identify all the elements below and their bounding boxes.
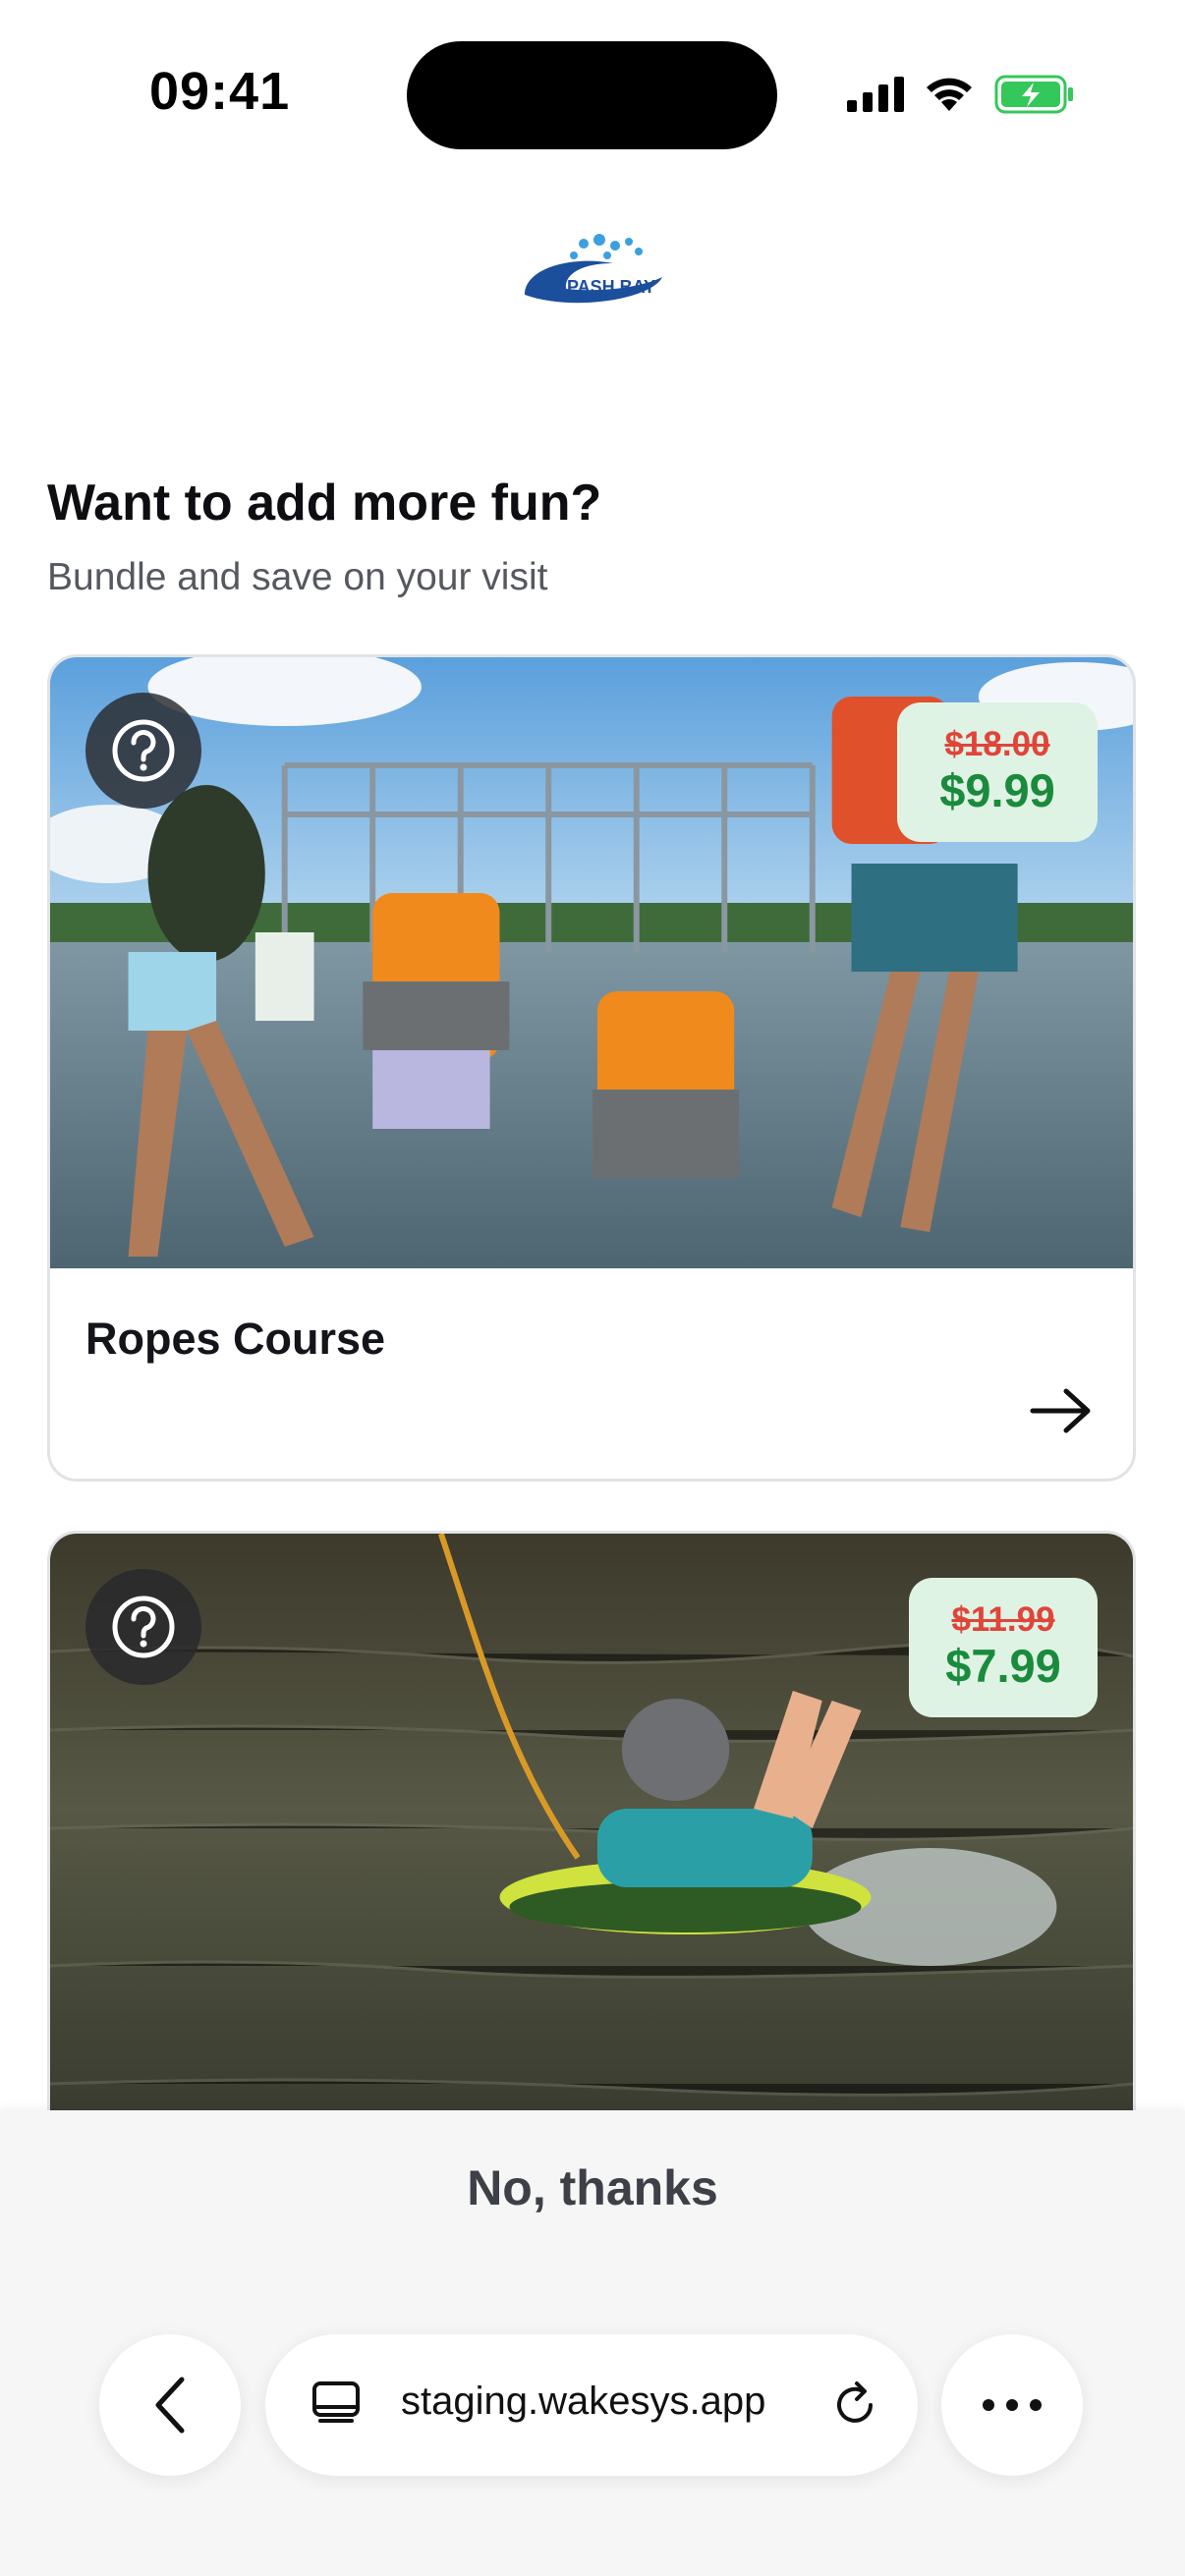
arrow-right-icon[interactable] (1029, 1386, 1094, 1435)
discounted-price: $9.99 (939, 764, 1055, 817)
tabs-icon[interactable] (309, 2378, 364, 2433)
question-circle-icon (112, 1596, 175, 1658)
status-time: 09:41 (149, 62, 291, 121)
info-button[interactable] (85, 693, 201, 809)
page-title: Want to add more fun? (47, 475, 602, 532)
page-subtitle: Bundle and save on your visit (47, 556, 548, 598)
offer-card-ropes-course[interactable]: $18.00 $9.99 Ropes Course (47, 654, 1136, 1482)
info-button[interactable] (85, 1569, 201, 1685)
reload-icon[interactable] (827, 2378, 882, 2433)
more-button[interactable] (941, 2334, 1083, 2476)
wifi-icon (927, 78, 972, 111)
offer-title: Ropes Course (85, 1314, 386, 1364)
original-price: $18.00 (944, 724, 1050, 763)
original-price: $11.99 (951, 1599, 1055, 1639)
price-badge: $11.99 $7.99 (909, 1578, 1098, 1717)
bottom-sheet: No, thanks staging.wakesys.app (0, 2110, 1185, 2576)
signal-icon (847, 77, 904, 112)
more-horizontal-icon (983, 2399, 1042, 2411)
address-bar[interactable]: staging.wakesys.app (265, 2334, 918, 2476)
no-thanks-button[interactable]: No, thanks (0, 2159, 1185, 2216)
back-button[interactable] (99, 2334, 241, 2476)
status-bar: 09:41 (0, 0, 1185, 187)
brand-logo: SPASH BAY (515, 230, 670, 312)
dynamic-island (407, 41, 777, 149)
logo-text: SPASH BAY (555, 277, 655, 297)
discounted-price: $7.99 (945, 1640, 1061, 1693)
question-circle-icon (112, 719, 175, 782)
status-icons (847, 71, 1075, 118)
chevron-left-icon (155, 2377, 185, 2434)
price-badge: $18.00 $9.99 (897, 702, 1098, 842)
url-text: staging.wakesys.app (401, 2380, 766, 2423)
browser-toolbar: staging.wakesys.app (0, 2334, 1185, 2482)
battery-charging-icon (994, 75, 1073, 114)
